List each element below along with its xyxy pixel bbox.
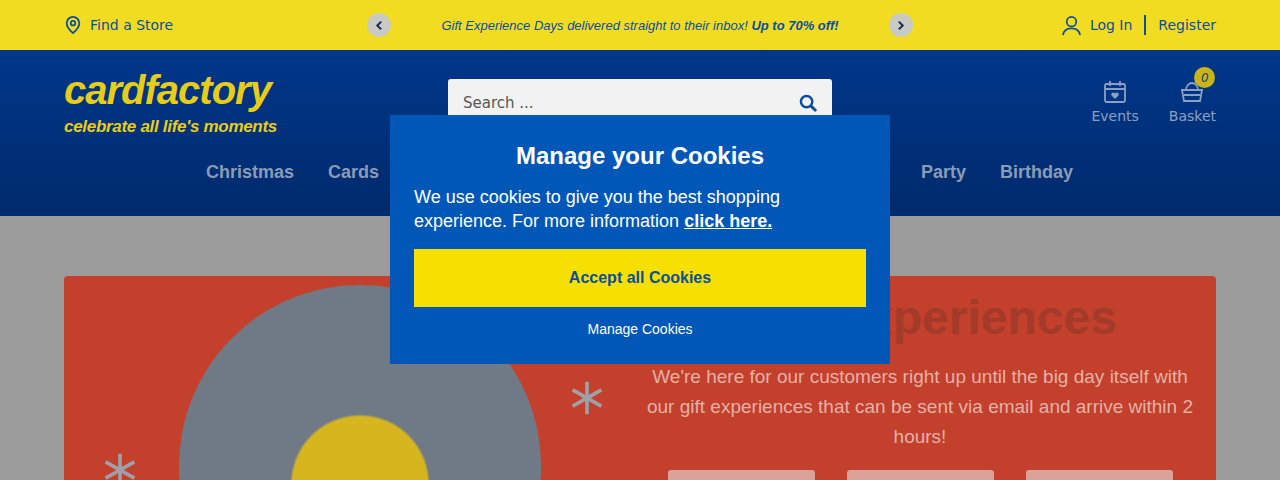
- cookie-info-link[interactable]: click here.: [684, 211, 772, 231]
- user-icon: [1061, 15, 1082, 36]
- chevron-left-icon: [374, 20, 385, 31]
- pin-icon: [64, 15, 82, 35]
- accept-cookies-button[interactable]: Accept all Cookies: [414, 249, 866, 307]
- find-store-link[interactable]: Find a Store: [64, 15, 173, 35]
- basket-button[interactable]: 0Basket: [1169, 80, 1216, 124]
- hero-button[interactable]: [847, 470, 994, 480]
- register-link[interactable]: Register: [1158, 17, 1216, 33]
- separator: [1144, 15, 1146, 35]
- hero-button[interactable]: [1026, 470, 1173, 480]
- cookie-modal: Manage your Cookies We use cookies to giv…: [390, 115, 890, 364]
- snowflake-icon: [569, 380, 605, 416]
- promo-prev-button[interactable]: [367, 13, 391, 37]
- login-link[interactable]: Log In: [1061, 15, 1132, 36]
- promo-next-button[interactable]: [889, 13, 913, 37]
- events-button[interactable]: Events: [1091, 80, 1138, 124]
- calendar-icon: [1103, 80, 1127, 104]
- promo-text[interactable]: Gift Experience Days delivered straight …: [403, 18, 876, 33]
- nav-item[interactable]: Party: [921, 162, 966, 183]
- nav-item[interactable]: Christmas: [206, 162, 294, 183]
- cookie-modal-text: We use cookies to give you the best shop…: [414, 185, 866, 233]
- page: Find a Store Gift Experience Days deliver…: [0, 0, 1280, 480]
- manage-cookies-link[interactable]: Manage Cookies: [587, 321, 692, 337]
- chevron-right-icon: [895, 20, 906, 31]
- snowflake-icon: [102, 452, 138, 480]
- hero-heading: xperiences: [866, 290, 1117, 346]
- hero-text: We're here for our customers right up un…: [640, 362, 1200, 452]
- nav-item[interactable]: Birthday: [1000, 162, 1073, 183]
- nav-item[interactable]: Cards: [328, 162, 379, 183]
- search-icon[interactable]: [799, 94, 818, 113]
- cookie-modal-title: Manage your Cookies: [516, 141, 764, 171]
- hero-button[interactable]: [668, 470, 815, 480]
- top-bar: Find a Store Gift Experience Days deliver…: [0, 0, 1280, 50]
- basket-count-badge: 0: [1194, 67, 1215, 88]
